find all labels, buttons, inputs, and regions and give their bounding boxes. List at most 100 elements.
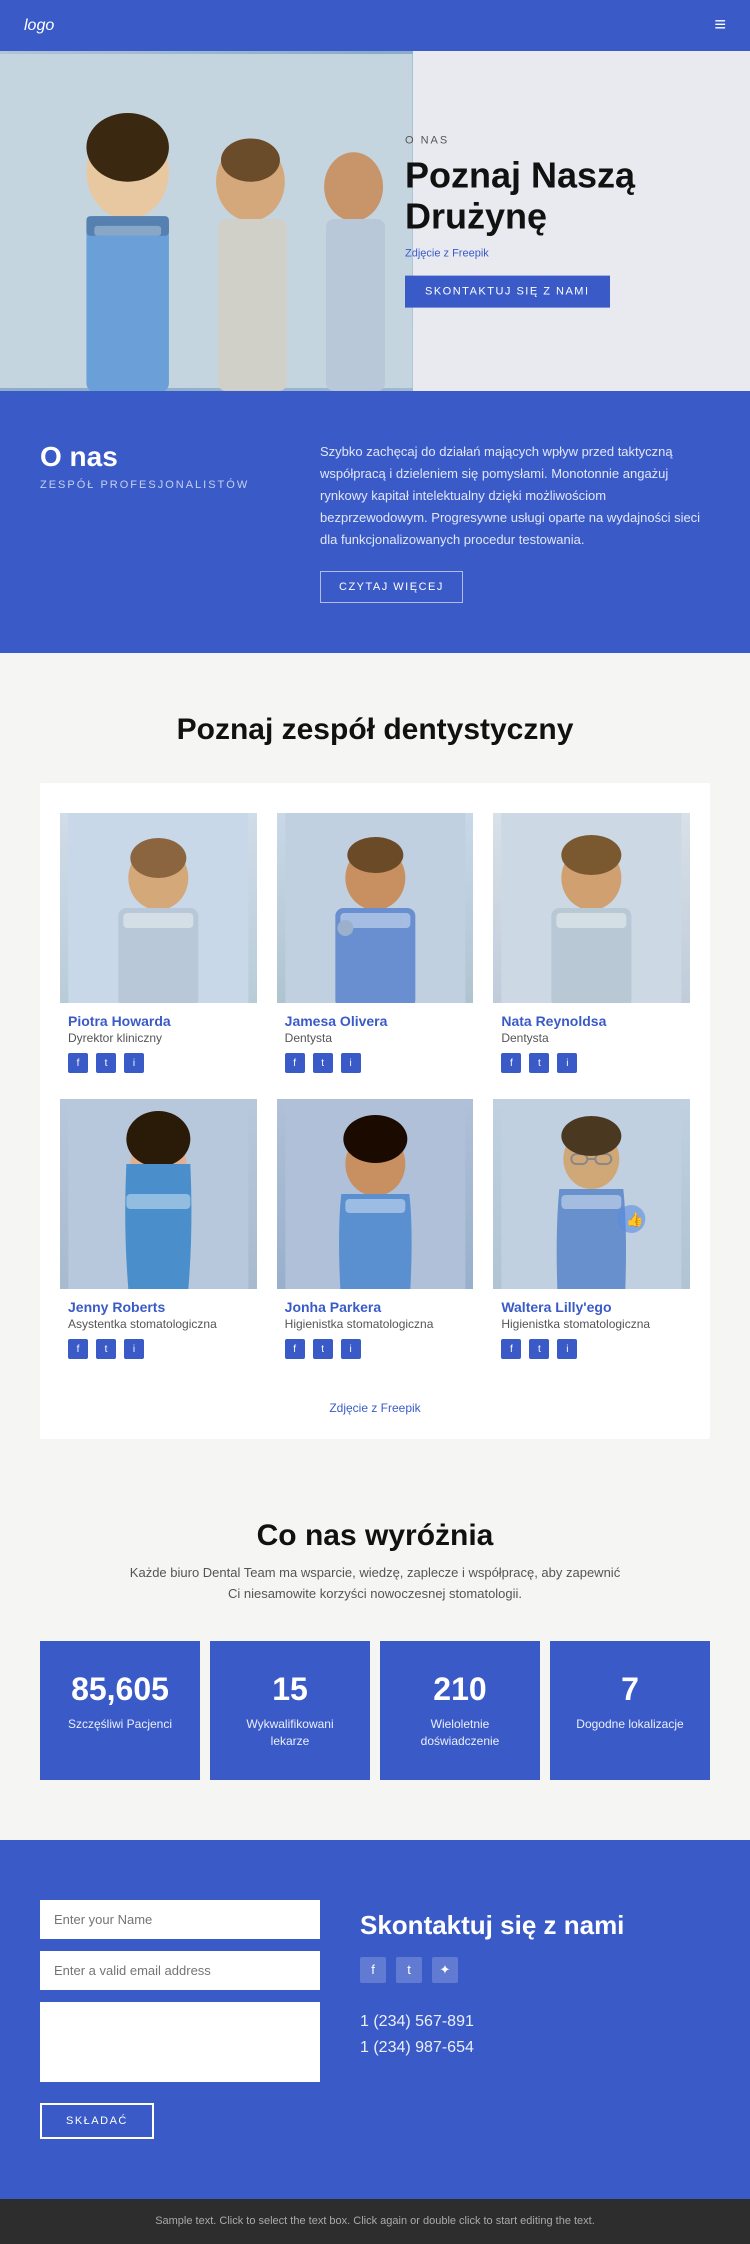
team-section: Poznaj zespół dentystyczny Piotra Howard… — [0, 653, 750, 1459]
contact-socials: f t ✦ — [360, 1957, 710, 1983]
menu-icon[interactable]: ≡ — [714, 14, 726, 37]
team-card-6: 👍 Waltera Lilly'ego Higienistka stomatol… — [493, 1099, 690, 1365]
team-social-4: f t i — [68, 1339, 249, 1359]
hero-section: O NAS Poznaj Naszą Drużynę Zdjęcie z Fre… — [0, 51, 750, 391]
instagram-icon-4[interactable]: i — [124, 1339, 144, 1359]
about-text: Szybko zachęcaj do działań mających wpły… — [320, 441, 710, 551]
about-right: Szybko zachęcaj do działań mających wpły… — [320, 441, 710, 603]
stat-card-2: 15 Wykwalifikowani lekarze — [210, 1641, 370, 1780]
navbar-logo: logo — [24, 17, 54, 35]
team-member-role-1: Dyrektor kliniczny — [68, 1031, 249, 1045]
team-photo-6: 👍 — [493, 1099, 690, 1289]
stat-label-4: Dogodne lokalizacje — [566, 1716, 694, 1733]
instagram-icon-5[interactable]: i — [341, 1339, 361, 1359]
team-social-1: f t i — [68, 1053, 249, 1073]
about-section: O nas ZESPÓŁ PROFESJONALISTÓW Szybko zac… — [0, 391, 750, 653]
team-member-name-6: Waltera Lilly'ego — [501, 1299, 682, 1315]
stat-number-2: 15 — [226, 1671, 354, 1708]
team-photo-3 — [493, 813, 690, 1003]
instagram-icon-3[interactable]: i — [557, 1053, 577, 1073]
team-card-info-6: Waltera Lilly'ego Higienistka stomatolog… — [493, 1289, 690, 1365]
hero-content: O NAS Poznaj Naszą Drużynę Zdjęcie z Fre… — [405, 135, 720, 308]
stat-number-1: 85,605 — [56, 1671, 184, 1708]
team-grid: Piotra Howarda Dyrektor kliniczny f t i — [60, 813, 690, 1365]
team-social-3: f t i — [501, 1053, 682, 1073]
team-member-name-5: Jonha Parkera — [285, 1299, 466, 1315]
stats-section: Co nas wyróżnia Każde biuro Dental Team … — [0, 1459, 750, 1839]
stat-label-1: Szczęśliwi Pacjenci — [56, 1716, 184, 1733]
email-input[interactable] — [40, 1951, 320, 1990]
team-card-5: Jonha Parkera Higienistka stomatologiczn… — [277, 1099, 474, 1365]
team-member-role-2: Dentysta — [285, 1031, 466, 1045]
facebook-icon-3[interactable]: f — [501, 1053, 521, 1073]
facebook-icon-1[interactable]: f — [68, 1053, 88, 1073]
team-social-2: f t i — [285, 1053, 466, 1073]
twitter-icon-5[interactable]: t — [313, 1339, 333, 1359]
hero-overtitle: O NAS — [405, 135, 720, 147]
contact-info-area: Skontaktuj się z nami f t ✦ 1 (234) 567-… — [360, 1900, 710, 2065]
stats-grid: 85,605 Szczęśliwi Pacjenci 15 Wykwalifik… — [40, 1641, 710, 1780]
team-card-info-2: Jamesa Olivera Dentysta f t i — [277, 1003, 474, 1079]
stats-subtitle: Każde biuro Dental Team ma wsparcie, wie… — [125, 1563, 625, 1605]
stat-label-2: Wykwalifikowani lekarze — [226, 1716, 354, 1750]
contact-instagram-icon[interactable]: ✦ — [432, 1957, 458, 1983]
team-photo-2 — [277, 813, 474, 1003]
name-input[interactable] — [40, 1900, 320, 1939]
footer: Sample text. Click to select the text bo… — [0, 2199, 750, 2244]
twitter-icon-1[interactable]: t — [96, 1053, 116, 1073]
footer-text: Sample text. Click to select the text bo… — [24, 2213, 726, 2231]
team-member-name-2: Jamesa Olivera — [285, 1013, 466, 1029]
svg-text:👍: 👍 — [627, 1211, 644, 1228]
team-member-role-5: Higienistka stomatologiczna — [285, 1317, 466, 1331]
twitter-icon-4[interactable]: t — [96, 1339, 116, 1359]
about-subtitle: ZESPÓŁ PROFESJONALISTÓW — [40, 479, 280, 491]
contact-facebook-icon[interactable]: f — [360, 1957, 386, 1983]
facebook-icon-2[interactable]: f — [285, 1053, 305, 1073]
twitter-icon-6[interactable]: t — [529, 1339, 549, 1359]
instagram-icon-1[interactable]: i — [124, 1053, 144, 1073]
team-card-info-1: Piotra Howarda Dyrektor kliniczny f t i — [60, 1003, 257, 1079]
navbar: logo ≡ — [0, 0, 750, 51]
team-member-name-1: Piotra Howarda — [68, 1013, 249, 1029]
contact-phone-2[interactable]: 1 (234) 987-654 — [360, 2039, 710, 2057]
stat-card-3: 210 Wieloletnie doświadczenie — [380, 1641, 540, 1780]
hero-cta-button[interactable]: SKONTAKTUJ SIĘ Z NAMI — [405, 275, 610, 307]
team-photo-1 — [60, 813, 257, 1003]
twitter-icon-3[interactable]: t — [529, 1053, 549, 1073]
team-social-5: f t i — [285, 1339, 466, 1359]
team-member-name-4: Jenny Roberts — [68, 1299, 249, 1315]
team-card-1: Piotra Howarda Dyrektor kliniczny f t i — [60, 813, 257, 1079]
stat-card-4: 7 Dogodne lokalizacje — [550, 1641, 710, 1780]
team-social-6: f t i — [501, 1339, 682, 1359]
team-photo-5 — [277, 1099, 474, 1289]
contact-twitter-icon[interactable]: t — [396, 1957, 422, 1983]
team-card-2: Jamesa Olivera Dentysta f t i — [277, 813, 474, 1079]
submit-button[interactable]: SKŁADAĆ — [40, 2103, 154, 2139]
team-member-role-3: Dentysta — [501, 1031, 682, 1045]
team-card-3: Nata Reynoldsa Dentysta f t i — [493, 813, 690, 1079]
team-member-role-6: Higienistka stomatologiczna — [501, 1317, 682, 1331]
about-title: O nas — [40, 441, 280, 473]
twitter-icon-2[interactable]: t — [313, 1053, 333, 1073]
read-more-button[interactable]: CZYTAJ WIĘCEJ — [320, 571, 463, 603]
hero-image — [0, 51, 413, 391]
facebook-icon-4[interactable]: f — [68, 1339, 88, 1359]
instagram-icon-6[interactable]: i — [557, 1339, 577, 1359]
instagram-icon-2[interactable]: i — [341, 1053, 361, 1073]
contact-section: SKŁADAĆ Skontaktuj się z nami f t ✦ 1 (2… — [0, 1840, 750, 2199]
stats-title: Co nas wyróżnia — [40, 1519, 710, 1553]
hero-doctors-svg — [0, 51, 413, 391]
stat-label-3: Wieloletnie doświadczenie — [396, 1716, 524, 1750]
team-member-name-3: Nata Reynoldsa — [501, 1013, 682, 1029]
team-photo-4 — [60, 1099, 257, 1289]
contact-heading: Skontaktuj się z nami — [360, 1910, 710, 1941]
team-card-info-4: Jenny Roberts Asystentka stomatologiczna… — [60, 1289, 257, 1365]
facebook-icon-6[interactable]: f — [501, 1339, 521, 1359]
team-card-4: Jenny Roberts Asystentka stomatologiczna… — [60, 1099, 257, 1365]
facebook-icon-5[interactable]: f — [285, 1339, 305, 1359]
contact-phone-1[interactable]: 1 (234) 567-891 — [360, 2013, 710, 2031]
stat-number-4: 7 — [566, 1671, 694, 1708]
team-title: Poznaj zespół dentystyczny — [40, 713, 710, 747]
team-card-info-5: Jonha Parkera Higienistka stomatologiczn… — [277, 1289, 474, 1365]
message-textarea[interactable] — [40, 2002, 320, 2082]
